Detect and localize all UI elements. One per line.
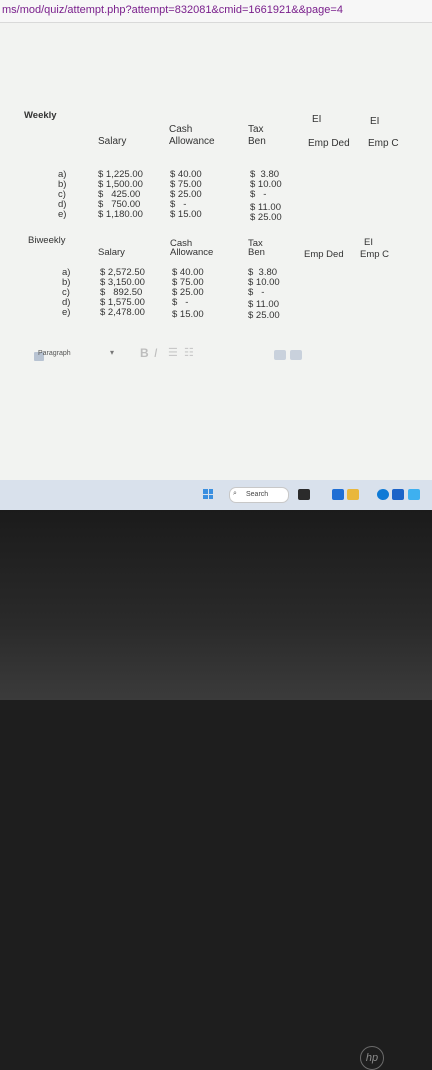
windows-taskbar <box>0 480 432 510</box>
weekly-ei-header: EI <box>312 114 322 125</box>
biweekly-ben-header: Ben <box>248 247 265 258</box>
biweekly-tax-c: $ - <box>248 287 265 298</box>
weekly-allowance-header: Allowance <box>169 136 215 147</box>
biweekly-emp-ded-header: Emp Ded <box>304 249 344 260</box>
weekly-tax-c: $ - <box>250 189 267 200</box>
bullet-list-icon[interactable]: ☰ <box>168 346 178 359</box>
weekly-title: Weekly <box>24 110 57 121</box>
windows-start-icon[interactable] <box>203 489 213 499</box>
biweekly-allowance-header: Allowance <box>170 247 214 258</box>
weekly-row-label-e: e) <box>58 209 67 220</box>
biweekly-title: Biweekly <box>28 235 66 246</box>
weekly-emp-c-header: Emp C <box>368 138 399 149</box>
store-icon[interactable] <box>392 489 404 500</box>
weekly-cash-e: $ 15.00 <box>170 209 202 220</box>
biweekly-cash-d: $ - <box>172 297 189 308</box>
weekly-ben-header: Ben <box>248 136 266 147</box>
image-icon[interactable] <box>290 350 302 360</box>
laptop-bezel: hp <box>0 510 432 1070</box>
browser-address-bar[interactable]: ms/mod/quiz/attempt.php?attempt=832081&c… <box>0 0 432 23</box>
biweekly-emp-c-header: Emp C <box>360 249 390 260</box>
task-view-icon[interactable] <box>298 489 310 500</box>
paragraph-dropdown[interactable]: Paragraph <box>38 350 71 357</box>
weekly-tax-header: Tax <box>248 124 264 135</box>
weekly-salary-e: $ 1,180.00 <box>98 209 143 220</box>
biweekly-cash-e: $ 15.00 <box>172 309 204 320</box>
hp-logo-icon: hp <box>360 1046 384 1070</box>
url-text[interactable]: ms/mod/quiz/attempt.php?attempt=832081&c… <box>2 4 343 16</box>
media-icon[interactable] <box>274 350 286 360</box>
chevron-down-icon[interactable]: ▾ <box>110 348 114 357</box>
weekly-emp-ded-header: Emp Ded <box>308 138 350 149</box>
screen: ms/mod/quiz/attempt.php?attempt=832081&c… <box>0 0 432 510</box>
taskbar-search-box[interactable]: Search <box>229 487 289 503</box>
biweekly-tax-e: $ 25.00 <box>248 310 280 321</box>
teams-icon[interactable] <box>332 489 344 500</box>
biweekly-ei-c-top-header: EI <box>364 237 373 248</box>
numbered-list-icon[interactable]: ☷ <box>184 346 194 359</box>
bold-button[interactable]: B <box>140 346 149 360</box>
italic-button[interactable]: I <box>154 346 157 360</box>
edge-browser-icon[interactable] <box>377 489 389 500</box>
file-explorer-icon[interactable] <box>347 489 359 500</box>
weekly-salary-header: Salary <box>98 136 127 147</box>
app-icon[interactable] <box>408 489 420 500</box>
weekly-tax-e: $ 25.00 <box>250 212 282 223</box>
biweekly-salary-header: Salary <box>98 247 125 258</box>
biweekly-salary-e: $ 2,478.00 <box>100 307 145 318</box>
biweekly-row-label-e: e) <box>62 307 71 318</box>
weekly-cash-header: Cash <box>169 124 193 135</box>
weekly-ei-c-header: EI <box>370 116 380 127</box>
biweekly-tax-d: $ 11.00 <box>248 299 279 310</box>
editor-toolbar: Paragraph ▾ B I ☰ ☷ <box>28 346 302 368</box>
search-icon: ⌕ <box>233 490 237 497</box>
